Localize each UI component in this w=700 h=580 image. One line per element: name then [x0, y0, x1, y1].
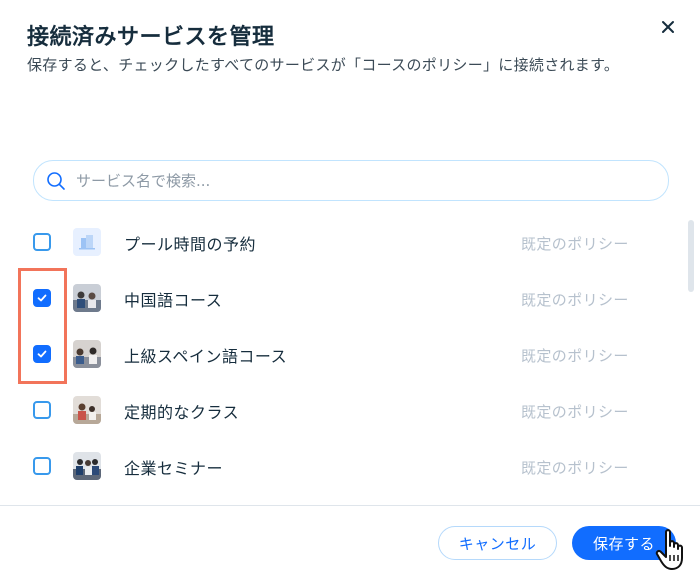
service-checkbox[interactable] [33, 457, 51, 475]
service-policy: 既定のポリシー [521, 403, 629, 421]
service-name: 企業セミナー [124, 459, 224, 478]
service-checkbox[interactable] [33, 401, 51, 419]
list-item[interactable]: 上級スペイン語コース 既定のポリシー [0, 326, 680, 382]
search-box [33, 160, 669, 201]
cancel-button[interactable]: キャンセル [438, 526, 557, 560]
service-policy: 既定のポリシー [521, 235, 629, 253]
manage-services-dialog: 接続済みサービスを管理 保存すると、チェックしたすべてのサービスが「コースのポリ… [0, 0, 700, 580]
checked-items-highlight [18, 268, 67, 384]
service-checkbox[interactable] [33, 233, 51, 251]
list-scrollbar[interactable] [688, 220, 694, 292]
dialog-subtitle: 保存すると、チェックしたすべてのサービスが「コースのポリシー」に接続されます。 [27, 56, 620, 74]
list-item[interactable]: 定期的なクラス 既定のポリシー [0, 382, 680, 438]
class-photo-thumbnail [73, 396, 101, 424]
seminar-photo-thumbnail [73, 452, 101, 480]
service-name: プール時間の予約 [124, 235, 257, 254]
list-item[interactable]: 企業セミナー 既定のポリシー [0, 438, 680, 494]
building-icon [73, 228, 101, 256]
list-item[interactable]: 中国語コース 既定のポリシー [0, 270, 680, 326]
service-policy: 既定のポリシー [521, 291, 629, 309]
service-policy: 既定のポリシー [521, 347, 629, 365]
service-name: 上級スペイン語コース [124, 347, 288, 366]
list-item[interactable]: プール時間の予約 既定のポリシー [0, 214, 680, 270]
hand-pointer-cursor-icon [655, 528, 695, 574]
close-icon[interactable] [657, 16, 679, 38]
service-policy: 既定のポリシー [521, 459, 629, 477]
class-photo-thumbnail [73, 284, 101, 312]
search-icon [46, 171, 66, 191]
services-list: プール時間の予約 既定のポリシー 中国語コース 既定のポリシー 上級スペイン語コ… [0, 214, 680, 504]
dialog-title: 接続済みサービスを管理 [27, 25, 275, 50]
class-photo-thumbnail [73, 340, 101, 368]
service-name: 定期的なクラス [124, 403, 240, 422]
service-name: 中国語コース [124, 291, 223, 310]
search-input[interactable] [76, 161, 656, 200]
